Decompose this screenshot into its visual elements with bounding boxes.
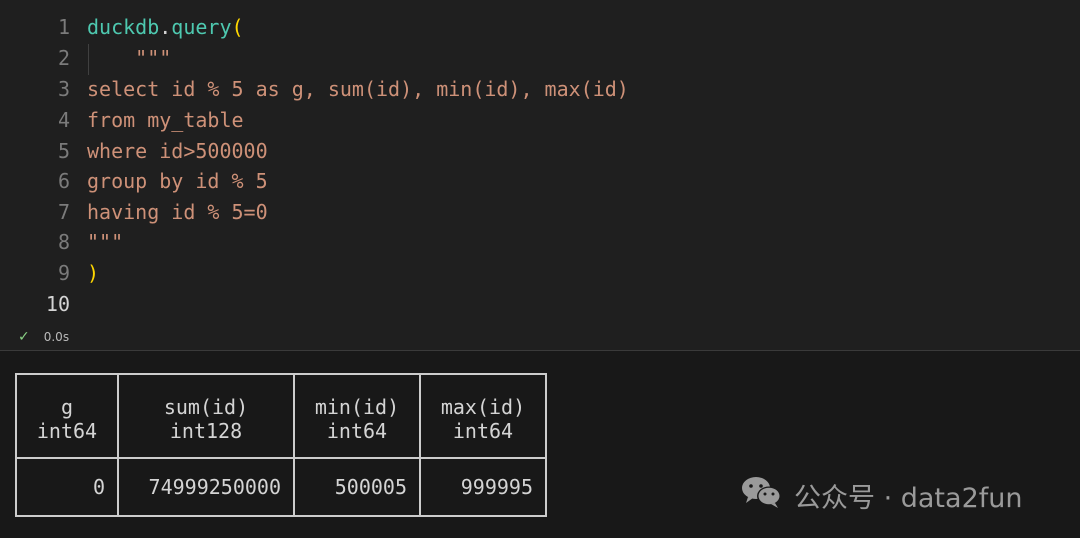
code-editor[interactable]: 1 duckdb.query( 2 """ 3 select id % 5 as… xyxy=(0,0,1080,350)
column-type: int64 xyxy=(15,419,119,459)
cell-execution-status: ✓ 0.0s xyxy=(18,327,69,347)
code-line-2[interactable]: 2 """ xyxy=(0,43,1080,74)
code-line-7[interactable]: 7 having id % 5=0 xyxy=(0,197,1080,228)
check-icon: ✓ xyxy=(18,329,30,345)
result-table: g sum(id) min(id) max(id) int64 int128 i… xyxy=(15,373,547,517)
result-table-wrap: g sum(id) min(id) max(id) int64 int128 i… xyxy=(15,373,547,517)
line-code: select id % 5 as g, sum(id), min(id), ma… xyxy=(87,77,629,101)
code-line-3[interactable]: 3 select id % 5 as g, sum(id), min(id), … xyxy=(0,74,1080,105)
header-row-types: int64 int128 int64 int64 xyxy=(15,419,547,459)
column-type: int128 xyxy=(117,419,295,459)
line-number: 8 xyxy=(57,230,70,254)
column-type: int64 xyxy=(419,419,547,459)
table-cell: 0 xyxy=(15,458,119,517)
line-code: ) xyxy=(87,261,100,285)
line-code: duckdb.query( xyxy=(87,15,244,39)
line-code: from my_table xyxy=(87,108,244,132)
code-line-10[interactable]: 10 xyxy=(0,289,1080,320)
line-code: """ xyxy=(87,230,124,254)
code-line-9[interactable]: 9 ) xyxy=(0,258,1080,289)
line-number: 1 xyxy=(57,15,70,39)
line-code: where id>500000 xyxy=(87,139,268,163)
column-header: g xyxy=(15,373,119,419)
table-cell: 74999250000 xyxy=(117,458,295,517)
watermark-text: 公众号 · data2fun xyxy=(794,482,1023,514)
line-code: having id % 5=0 xyxy=(87,200,268,224)
table-cell: 999995 xyxy=(419,458,547,517)
column-header: min(id) xyxy=(293,373,421,419)
header-row-names: g sum(id) min(id) max(id) xyxy=(15,373,547,419)
line-number: 5 xyxy=(57,139,70,163)
column-header: sum(id) xyxy=(117,373,295,419)
line-number: 6 xyxy=(57,169,70,193)
line-code: """ xyxy=(87,46,172,70)
line-number: 3 xyxy=(57,77,70,101)
code-line-1[interactable]: 1 duckdb.query( xyxy=(0,12,1080,43)
table-row: 0 74999250000 500005 999995 xyxy=(15,458,547,517)
wechat-icon xyxy=(740,475,784,516)
code-line-4[interactable]: 4 from my_table xyxy=(0,105,1080,136)
line-number: 4 xyxy=(57,108,70,132)
table-cell: 500005 xyxy=(293,458,421,517)
code-line-6[interactable]: 6 group by id % 5 xyxy=(0,166,1080,197)
line-number: 9 xyxy=(57,261,70,285)
code-line-5[interactable]: 5 where id>500000 xyxy=(0,136,1080,167)
code-line-8[interactable]: 8 """ xyxy=(0,227,1080,258)
line-number-active: 10 xyxy=(45,292,70,316)
execution-time: 0.0s xyxy=(43,330,70,344)
watermark: 公众号 · data2fun xyxy=(740,475,1023,516)
column-type: int64 xyxy=(293,419,421,459)
line-number: 2 xyxy=(57,46,70,70)
line-code: group by id % 5 xyxy=(87,169,268,193)
column-header: max(id) xyxy=(419,373,547,419)
line-number: 7 xyxy=(57,200,70,224)
